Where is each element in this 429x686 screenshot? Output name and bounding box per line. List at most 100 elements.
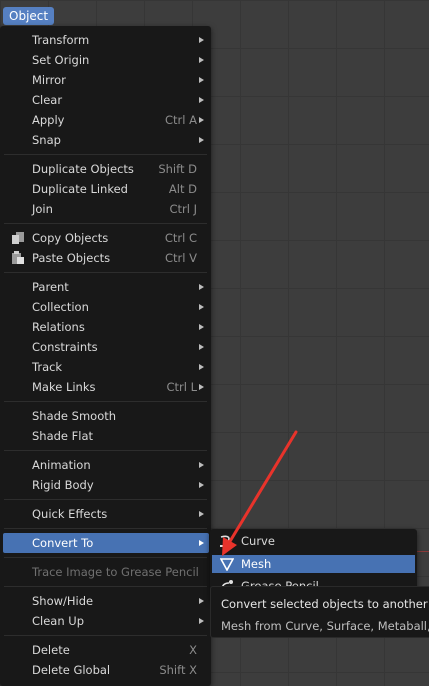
- menu-item-convert-to[interactable]: Convert To: [3, 533, 209, 553]
- menu-item-quick-effects[interactable]: Quick Effects: [3, 504, 209, 524]
- menu-item-label: Make Links: [32, 380, 96, 394]
- menu-item-copy-objects[interactable]: Copy Objects Ctrl C: [3, 228, 209, 248]
- menu-item-shortcut: Ctrl V: [165, 251, 197, 265]
- menu-separator: [4, 528, 207, 529]
- menu-item-relations[interactable]: Relations: [3, 317, 209, 337]
- submenu-arrow-icon: [199, 97, 204, 103]
- submenu-item-label: Mesh: [241, 557, 272, 571]
- menu-item-label: Animation: [32, 458, 91, 472]
- menu-separator: [4, 223, 207, 224]
- submenu-item-label: Curve: [241, 534, 275, 548]
- menu-item-animation[interactable]: Animation: [3, 455, 209, 475]
- menu-separator: [4, 586, 207, 587]
- menu-item-collection[interactable]: Collection: [3, 297, 209, 317]
- submenu-arrow-icon: [199, 364, 204, 370]
- submenu-arrow-icon: [199, 304, 204, 310]
- menu-item-label: Track: [32, 360, 63, 374]
- menu-separator: [4, 272, 207, 273]
- menu-item-join[interactable]: Join Ctrl J: [3, 199, 209, 219]
- menu-item-show-hide[interactable]: Show/Hide: [3, 591, 209, 611]
- menu-item-label: Shade Smooth: [32, 409, 117, 423]
- menu-item-shade-smooth[interactable]: Shade Smooth: [3, 406, 209, 426]
- submenu-arrow-icon: [199, 37, 204, 43]
- menu-item-label: Duplicate Objects: [32, 162, 134, 176]
- menu-separator: [4, 401, 207, 402]
- menu-item-delete-global[interactable]: Delete Global Shift X: [3, 660, 209, 680]
- menu-item-label: Rigid Body: [32, 478, 94, 492]
- submenu-arrow-icon: [199, 137, 204, 143]
- submenu-arrow-icon: [199, 511, 204, 517]
- menu-item-shortcut: Alt D: [168, 182, 197, 196]
- submenu-arrow-icon: [199, 284, 204, 290]
- menu-item-delete[interactable]: Delete X: [3, 640, 209, 660]
- menu-item-label: Shade Flat: [32, 429, 94, 443]
- menu-item-label: Paste Objects: [32, 251, 111, 265]
- menu-item-duplicate-linked[interactable]: Duplicate Linked Alt D: [3, 179, 209, 199]
- menu-item-label: Set Origin: [32, 53, 90, 67]
- submenu-arrow-icon: [199, 344, 204, 350]
- menu-item-label: Delete: [32, 643, 70, 657]
- menu-item-label: Copy Objects: [32, 231, 109, 245]
- menu-item-label: Collection: [32, 300, 89, 314]
- menu-item-shortcut: X: [189, 643, 197, 657]
- menu-item-transform[interactable]: Transform: [3, 30, 209, 50]
- menu-item-shade-flat[interactable]: Shade Flat: [3, 426, 209, 446]
- menu-item-shortcut: Ctrl A: [165, 113, 197, 127]
- curve-icon: [220, 534, 234, 548]
- submenu-item-mesh[interactable]: Mesh: [212, 555, 415, 573]
- menu-item-duplicate-objects[interactable]: Duplicate Objects Shift D: [3, 159, 209, 179]
- menu-separator: [4, 557, 207, 558]
- menu-item-rigid-body[interactable]: Rigid Body: [3, 475, 209, 495]
- submenu-arrow-icon: [199, 618, 204, 624]
- submenu-arrow-icon: [199, 324, 204, 330]
- menu-item-paste-objects[interactable]: Paste Objects Ctrl V: [3, 248, 209, 268]
- menu-item-mirror[interactable]: Mirror: [3, 70, 209, 90]
- submenu-item-curve[interactable]: Curve: [212, 532, 415, 550]
- paste-icon: [10, 251, 26, 265]
- submenu-arrow-icon: [199, 57, 204, 63]
- menu-item-make-links[interactable]: Make Links Ctrl L: [3, 377, 209, 397]
- menu-item-parent[interactable]: Parent: [3, 277, 209, 297]
- menu-item-label: Show/Hide: [32, 594, 94, 608]
- menu-separator: [4, 635, 207, 636]
- menu-item-label: Transform: [32, 33, 90, 47]
- mesh-icon: [219, 557, 235, 572]
- menu-item-label: Snap: [32, 133, 61, 147]
- submenu-arrow-icon: [199, 384, 204, 390]
- menu-item-track[interactable]: Track: [3, 357, 209, 377]
- menu-separator: [4, 499, 207, 500]
- menu-item-apply[interactable]: Apply Ctrl A: [3, 110, 209, 130]
- tooltip-title: Convert selected objects to another type…: [221, 597, 429, 611]
- menu-item-label: Quick Effects: [32, 507, 108, 521]
- object-menu: Transform Set Origin Mirror Clear Apply C…: [0, 26, 211, 686]
- menu-item-snap[interactable]: Snap: [3, 130, 209, 150]
- menu-item-shortcut: Shift X: [159, 663, 197, 677]
- viewport-x-axis-line: [416, 551, 429, 552]
- menu-item-clean-up[interactable]: Clean Up: [3, 611, 209, 631]
- submenu-arrow-icon: [199, 462, 204, 468]
- menu-item-label: Parent: [32, 280, 69, 294]
- menu-item-label: Relations: [32, 320, 85, 334]
- menu-item-label: Join: [32, 202, 53, 216]
- menu-item-label: Convert To: [32, 536, 94, 550]
- submenu-arrow-icon: [199, 482, 204, 488]
- menu-item-shortcut: Ctrl L: [166, 380, 197, 394]
- menu-item-label: Apply: [32, 113, 65, 127]
- menu-item-label: Trace Image to Grease Pencil: [32, 565, 199, 579]
- menu-item-set-origin[interactable]: Set Origin: [3, 50, 209, 70]
- menu-item-label: Constraints: [32, 340, 98, 354]
- menu-item-label: Mirror: [32, 73, 66, 87]
- menu-item-clear[interactable]: Clear: [3, 90, 209, 110]
- convert-tooltip: Convert selected objects to another type…: [210, 586, 429, 638]
- submenu-arrow-icon: [199, 117, 204, 123]
- menu-item-constraints[interactable]: Constraints: [3, 337, 209, 357]
- submenu-arrow-icon: [199, 598, 204, 604]
- menu-item-shortcut: Shift D: [158, 162, 197, 176]
- menu-separator: [4, 450, 207, 451]
- menu-item-shortcut: Ctrl J: [169, 202, 197, 216]
- object-menu-header[interactable]: Object: [3, 7, 55, 25]
- menu-separator: [4, 154, 207, 155]
- menu-item-shortcut: Ctrl C: [164, 231, 197, 245]
- menu-item-label: Clear: [32, 93, 63, 107]
- copy-icon: [10, 231, 26, 245]
